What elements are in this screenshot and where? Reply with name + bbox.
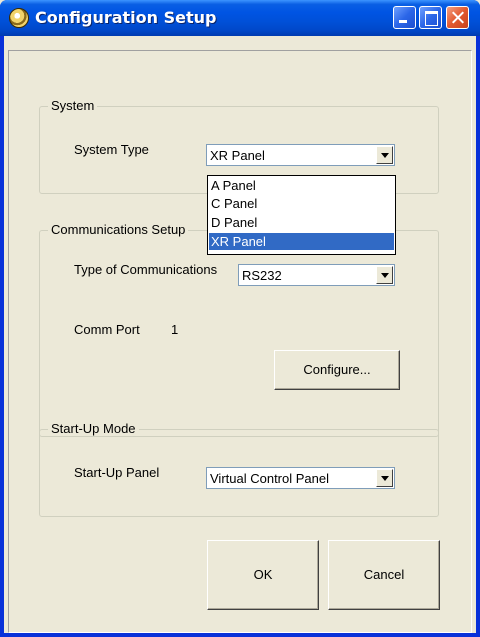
configure-button[interactable]: Configure... [274, 350, 400, 390]
startup-panel-combobox[interactable]: Virtual Control Panel [206, 467, 395, 489]
system-type-label: System Type [74, 142, 149, 157]
comm-port-value: 1 [171, 322, 179, 337]
title-bar[interactable]: Configuration Setup [0, 0, 480, 36]
dialog-client-area: System System Type XR Panel Communicatio… [4, 36, 476, 633]
dropdown-option-c-panel[interactable]: C Panel [209, 195, 394, 212]
startup-panel-label: Start-Up Panel [74, 465, 160, 480]
maximize-button[interactable] [419, 6, 442, 29]
communications-type-label: Type of Communications [74, 262, 218, 277]
system-type-combobox[interactable]: XR Panel [206, 144, 395, 166]
window-title: Configuration Setup [35, 8, 217, 27]
communications-group-title: Communications Setup [48, 222, 189, 237]
configuration-setup-window: Configuration Setup System System Type X… [0, 0, 480, 637]
cancel-button-label: Cancel [363, 567, 405, 582]
cancel-button[interactable]: Cancel [328, 540, 440, 610]
startup-group: Start-Up Mode Start-Up Panel Virtual Con… [39, 421, 439, 517]
startup-group-title: Start-Up Mode [48, 421, 139, 436]
close-button[interactable] [446, 6, 469, 29]
dropdown-option-a-panel[interactable]: A Panel [209, 177, 394, 194]
startup-panel-value: Virtual Control Panel [210, 471, 329, 486]
app-icon[interactable] [9, 8, 29, 28]
ok-button[interactable]: OK [207, 540, 319, 610]
configure-button-label: Configure... [303, 362, 371, 377]
chevron-down-icon[interactable] [376, 266, 393, 284]
ok-button-label: OK [253, 567, 273, 582]
minimize-button[interactable] [393, 6, 416, 29]
system-type-dropdown-list[interactable]: A Panel C Panel D Panel XR Panel [207, 175, 396, 255]
system-group-title: System [48, 98, 98, 113]
dialog-panel: System System Type XR Panel Communicatio… [8, 50, 472, 633]
communications-group: Communications Setup Type of Communicati… [39, 222, 439, 437]
chevron-down-icon[interactable] [376, 469, 393, 487]
system-type-value: XR Panel [210, 148, 265, 163]
communications-type-combobox[interactable]: RS232 [238, 264, 395, 286]
comm-port-label: Comm Port [74, 322, 140, 337]
dropdown-option-xr-panel[interactable]: XR Panel [209, 233, 394, 250]
communications-type-value: RS232 [242, 268, 282, 283]
dropdown-option-d-panel[interactable]: D Panel [209, 214, 394, 231]
chevron-down-icon[interactable] [376, 146, 393, 164]
